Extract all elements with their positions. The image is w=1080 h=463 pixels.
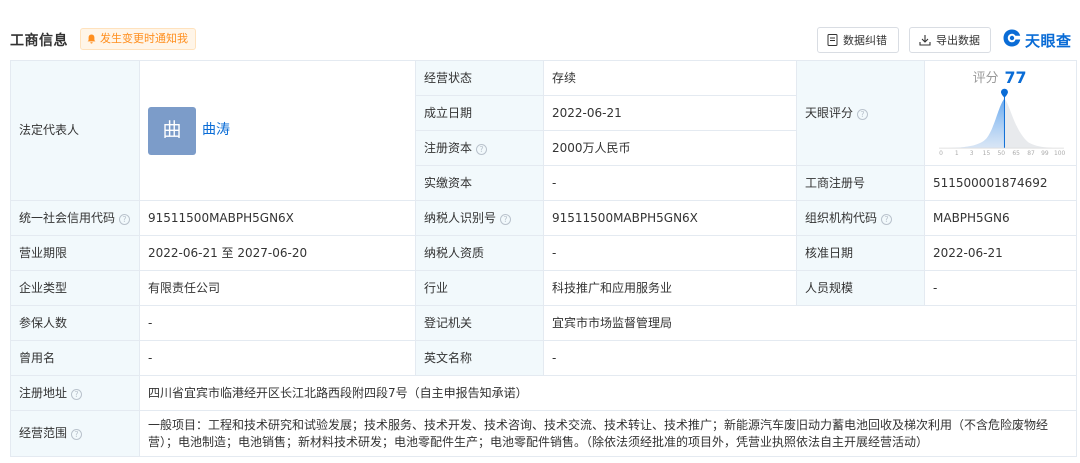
export-data-button[interactable]: 导出数据 <box>909 27 991 53</box>
authority-label: 登记机关 <box>415 305 544 341</box>
data-correction-button[interactable]: 数据纠错 <box>817 27 899 53</box>
question-circle-icon[interactable]: ? <box>881 213 893 225</box>
notify-on-change-button[interactable]: 发生变更时通知我 <box>80 28 196 50</box>
insured-value: - <box>139 305 416 341</box>
tick-label: 50 <box>998 150 1006 157</box>
industry-label: 行业 <box>415 270 544 306</box>
tick-label: 3 <box>970 150 974 157</box>
distribution-fill <box>939 98 1005 149</box>
bell-icon <box>87 34 96 44</box>
approve-date-value: 2022-06-21 <box>924 235 1077 271</box>
question-circle-icon[interactable]: ? <box>71 388 83 400</box>
credit-code-value: 91511500MABPH5GN6X <box>139 200 416 236</box>
taxpayer-qual-value: - <box>543 235 797 271</box>
taxpayer-id-label-cell: 纳税人识别号? <box>415 200 544 236</box>
founded-label: 成立日期 <box>415 95 544 131</box>
table-row: 营业期限 2022-06-21 至 2027-06-20 纳税人资质 - 核准日… <box>10 235 1077 271</box>
reg-capital-label: 注册资本 <box>424 140 473 155</box>
data-correction-label: 数据纠错 <box>843 34 887 47</box>
paid-capital-label: 实缴资本 <box>415 165 544 201</box>
insured-label: 参保人数 <box>10 305 140 341</box>
scope-label: 经营范围 <box>19 426 68 440</box>
tick-label: 1 <box>955 150 959 157</box>
tick-label: 99 <box>1041 150 1049 157</box>
brand-name: 天眼查 <box>1025 31 1072 50</box>
table-row: 企业类型 有限责任公司 行业 科技推广和应用服务业 人员规模 - <box>10 270 1077 306</box>
reg-capital-value: 2000万人民币 <box>543 130 797 166</box>
scope-label-cell: 经营范围? <box>10 410 140 457</box>
credit-code-label-cell: 统一社会信用代码? <box>10 200 140 236</box>
type-label: 企业类型 <box>10 270 140 306</box>
export-data-label: 导出数据 <box>936 34 980 47</box>
status-label: 经营状态 <box>415 60 544 96</box>
table-row: 注册地址? 四川省宜宾市临港经开区长江北路西段附四段7号（自主申报告知承诺） <box>10 375 1077 411</box>
reg-no-label: 工商注册号 <box>796 165 925 201</box>
reg-no-value: 511500001874692 <box>924 165 1077 201</box>
table-row: 统一社会信用代码? 91511500MABPH5GN6X 纳税人识别号? 915… <box>10 200 1077 236</box>
table-row: 法定代表人 曲 曲涛 经营状态 存续 天眼评分? 评分 77 0 1 3 15 … <box>10 60 1077 201</box>
table-row: 曾用名 - 英文名称 - <box>10 340 1077 376</box>
staff-value: - <box>924 270 1077 306</box>
avatar[interactable]: 曲 <box>148 106 196 155</box>
score-caption: 评分 <box>973 71 999 86</box>
term-label: 营业期限 <box>10 235 140 271</box>
tick-label: 15 <box>983 150 991 157</box>
question-circle-icon[interactable]: ? <box>119 213 131 225</box>
former-name-label: 曾用名 <box>10 340 140 376</box>
authority-value: 宜宾市市场监督管理局 <box>543 305 1077 341</box>
question-circle-icon[interactable]: ? <box>476 143 488 155</box>
brand-logo: 天眼查 <box>1002 27 1072 53</box>
document-edit-icon <box>827 34 838 46</box>
type-value: 有限责任公司 <box>139 270 416 306</box>
legal-rep-label: 法定代表人 <box>10 60 140 201</box>
address-label: 注册地址 <box>19 385 68 400</box>
tick-label: 87 <box>1027 150 1035 157</box>
english-name-label: 英文名称 <box>415 340 544 376</box>
score-value: 77 <box>1004 68 1026 87</box>
taxpayer-id-value: 91511500MABPH5GN6X <box>543 200 797 236</box>
section-title: 工商信息 <box>10 33 68 49</box>
question-circle-icon[interactable]: ? <box>71 429 83 440</box>
score-cell[interactable]: 评分 77 0 1 3 15 50 65 87 99 100 <box>924 60 1077 166</box>
scope-value: 一般项目：工程和技术研究和试验发展；技术服务、技术开发、技术咨询、技术交流、技术… <box>139 410 1077 457</box>
former-name-value: - <box>139 340 416 376</box>
download-icon <box>919 34 931 46</box>
table-row: 参保人数 - 登记机关 宜宾市市场监督管理局 <box>10 305 1077 341</box>
founded-value: 2022-06-21 <box>543 95 797 131</box>
notify-label: 发生变更时通知我 <box>100 32 188 45</box>
approve-date-label: 核准日期 <box>796 235 925 271</box>
tick-label: 0 <box>939 150 943 157</box>
address-value: 四川省宜宾市临港经开区长江北路西段附四段7号（自主申报告知承诺） <box>139 375 1077 411</box>
question-circle-icon[interactable]: ? <box>500 213 512 225</box>
taxpayer-qual-label: 纳税人资质 <box>415 235 544 271</box>
english-name-value: - <box>543 340 1077 376</box>
tianyancha-logo-icon <box>1002 28 1022 52</box>
score-axis-ticks: 0 1 3 15 50 65 87 99 100 <box>939 150 1065 157</box>
score-label: 天眼评分 <box>805 105 854 120</box>
status-value: 存续 <box>543 60 797 96</box>
taxpayer-id-label: 纳税人识别号 <box>424 210 497 225</box>
score-label-cell: 天眼评分? <box>796 60 925 166</box>
reg-capital-label-cell: 注册资本? <box>415 130 544 166</box>
credit-code-label: 统一社会信用代码 <box>19 210 116 225</box>
address-label-cell: 注册地址? <box>10 375 140 411</box>
section-header: 工商信息 发生变更时通知我 数据纠错 导出数据 天眼查 <box>0 0 1080 60</box>
tick-label: 100 <box>1054 150 1066 157</box>
term-value: 2022-06-21 至 2027-06-20 <box>139 235 416 271</box>
org-code-label-cell: 组织机构代码? <box>796 200 925 236</box>
paid-capital-value: - <box>543 165 797 201</box>
org-code-label: 组织机构代码 <box>805 210 878 225</box>
legal-rep-name-link[interactable]: 曲涛 <box>202 122 230 139</box>
question-circle-icon[interactable]: ? <box>857 108 869 120</box>
tick-label: 65 <box>1012 150 1020 157</box>
org-code-value: MABPH5GN6 <box>924 200 1077 236</box>
score-marker-pin-icon <box>1000 88 1008 98</box>
score-distribution-chart: 评分 77 0 1 3 15 50 65 87 99 100 <box>939 68 1066 157</box>
business-info-table: 法定代表人 曲 曲涛 经营状态 存续 天眼评分? 评分 77 0 1 3 15 … <box>10 60 1077 457</box>
staff-label: 人员规模 <box>796 270 925 306</box>
legal-rep-cell: 曲 曲涛 <box>139 60 416 201</box>
industry-value: 科技推广和应用服务业 <box>543 270 797 306</box>
table-row: 经营范围? 一般项目：工程和技术研究和试验发展；技术服务、技术开发、技术咨询、技… <box>10 410 1077 457</box>
